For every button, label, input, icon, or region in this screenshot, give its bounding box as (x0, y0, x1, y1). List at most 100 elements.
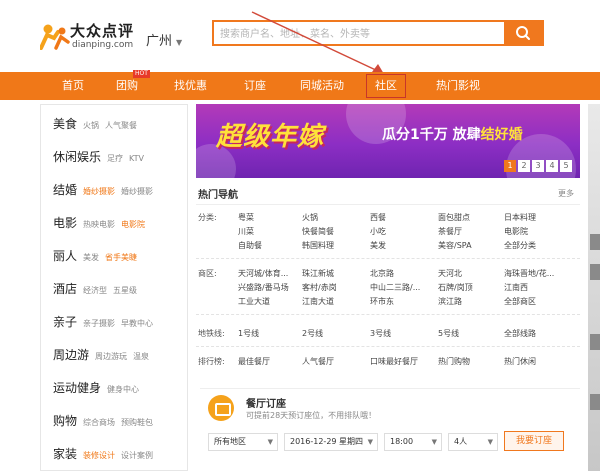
time-select[interactable]: 18:00 ▼ (384, 433, 442, 451)
sidebar-sublink[interactable]: 经济型 (83, 286, 107, 295)
hotnav-link[interactable]: 口味最好餐厅 (370, 356, 418, 367)
hotnav-link[interactable]: 韩国料理 (302, 240, 334, 251)
pager-dot[interactable]: 2 (518, 160, 530, 172)
nav-item-community[interactable]: 社区 (366, 74, 406, 98)
sidebar-sublink[interactable]: 综合商场 (83, 418, 115, 427)
sidebar-sublink[interactable]: 装修设计 (83, 451, 115, 460)
sidebar-sublink[interactable]: 婚纱摄影 (83, 187, 115, 196)
row-label: 分类: (198, 213, 217, 222)
hotnav-link[interactable]: 全部商区 (504, 296, 536, 307)
hotnav-link[interactable]: 茶餐厅 (438, 226, 462, 237)
sidebar-item-leisure[interactable]: 休闲娱乐 足疗 KTV (53, 142, 150, 172)
pager-dot[interactable]: 4 (546, 160, 558, 172)
hotnav-link[interactable]: 北京路 (370, 268, 394, 279)
hotnav-link[interactable]: 日本料理 (504, 212, 536, 223)
hotnav-link[interactable]: 火锅 (302, 212, 318, 223)
sidebar-item-movie[interactable]: 电影 热映电影 电影院 (53, 208, 151, 238)
sidebar-item-family[interactable]: 亲子 亲子摄影 早教中心 (53, 307, 159, 337)
hotnav-link[interactable]: 江南西 (504, 282, 528, 293)
search-input[interactable] (220, 25, 500, 43)
hotnav-link[interactable]: 石牌/岗顶 (438, 282, 473, 293)
hotnav-link[interactable]: 珠江新城 (302, 268, 334, 279)
hotnav-link[interactable]: 中山二三路/... (370, 282, 420, 293)
hotnav-link[interactable]: 人气餐厅 (302, 356, 334, 367)
sidebar-item-beauty[interactable]: 丽人 美发 省手美睫 (53, 241, 143, 271)
hotnav-link[interactable]: 全部分类 (504, 240, 536, 251)
pager-dot[interactable]: 3 (532, 160, 544, 172)
hotnav-link[interactable]: 3号线 (370, 328, 391, 339)
hotnav-link[interactable]: 电影院 (504, 226, 528, 237)
sidebar-item-fitness[interactable]: 运动健身 健身中心 (53, 373, 145, 403)
date-select[interactable]: 2016-12-29 星期四 ▼ (284, 433, 378, 451)
hotnav-link[interactable]: 客村/赤岗 (302, 282, 337, 293)
sidebar-sublink[interactable]: 亲子摄影 (83, 319, 115, 328)
sidebar-item-hotel[interactable]: 酒店 经济型 五星级 (53, 274, 143, 304)
divider (196, 258, 580, 259)
hotnav-link[interactable]: 粤菜 (238, 212, 254, 223)
hotnav-link[interactable]: 美发 (370, 240, 386, 251)
edge-decoration (590, 394, 600, 410)
sidebar-sublink[interactable]: 预购鞋包 (121, 418, 153, 427)
hotnav-link[interactable]: 西餐 (370, 212, 386, 223)
sidebar-sublink[interactable]: 早教中心 (121, 319, 153, 328)
book-button[interactable]: 我要订座 (504, 431, 564, 451)
sidebar-item-shopping[interactable]: 购物 综合商场 预购鞋包 (53, 406, 159, 436)
hotnav-link[interactable]: 川菜 (238, 226, 254, 237)
area-select[interactable]: 所有地区 ▼ (208, 433, 278, 451)
sidebar-sublink[interactable]: 设计案例 (121, 451, 153, 460)
hotnav-link[interactable]: 兴盛路/番马场 (238, 282, 289, 293)
more-link[interactable]: 更多 (558, 188, 574, 199)
sidebar-sublink[interactable]: 电影院 (121, 220, 145, 229)
hotnav-link[interactable]: 天河城/体育... (238, 268, 288, 279)
hotnav-link[interactable]: 2号线 (302, 328, 323, 339)
hotnav-link[interactable]: 自助餐 (238, 240, 262, 251)
nav-item-events[interactable]: 同城活动 (300, 72, 344, 100)
sidebar-sublink[interactable]: 周边游玩 (95, 352, 127, 361)
hotnav-link[interactable]: 海珠晋地/花... (504, 268, 554, 279)
promo-banner[interactable]: 超级年嫁 瓜分1千万 放肆结好婚 12345 (196, 104, 580, 178)
sidebar-sublink[interactable]: 温泉 (133, 352, 149, 361)
pager-dot[interactable]: 1 (504, 160, 516, 172)
pager-dot[interactable]: 5 (560, 160, 572, 172)
hotnav-link[interactable]: 天河北 (438, 268, 462, 279)
sidebar-item-wedding[interactable]: 结婚 婚纱摄影 婚纱摄影 (53, 175, 159, 205)
people-select[interactable]: 4人 ▼ (448, 433, 498, 451)
sidebar-sublink[interactable]: 省手美睫 (105, 253, 137, 262)
logo[interactable]: 大众点评 dianping.com (40, 20, 133, 54)
sidebar-sublink[interactable]: 人气聚餐 (105, 121, 137, 130)
hotnav-link[interactable]: 滨江路 (438, 296, 462, 307)
city-selector[interactable]: 广州 ▼ (146, 30, 182, 49)
hotnav-link[interactable]: 热门休闲 (504, 356, 536, 367)
row-label: 地铁线: (198, 329, 225, 338)
sidebar-sublink[interactable]: 足疗 (107, 154, 123, 163)
sidebar-sublink[interactable]: 五星级 (113, 286, 137, 295)
nav-item-deals[interactable]: 找优惠 (174, 72, 207, 100)
hotnav-link[interactable]: 最佳餐厅 (238, 356, 270, 367)
hotnav-link[interactable]: 美容/SPA (438, 240, 472, 251)
hotnav-link[interactable]: 快餐简餐 (302, 226, 334, 237)
nav-item-home[interactable]: 首页 (62, 72, 84, 100)
sidebar-sublink[interactable]: KTV (129, 154, 144, 163)
hotnav-link[interactable]: 全部线路 (504, 328, 536, 339)
sidebar-item-food[interactable]: 美食 火锅 人气聚餐 (53, 109, 143, 139)
sidebar-item-label: 结婚 (53, 183, 78, 197)
nav-item-movies[interactable]: 热门影视 (436, 72, 480, 100)
calendar-icon (208, 395, 234, 421)
hotnav-link[interactable]: 热门购物 (438, 356, 470, 367)
sidebar-item-trip[interactable]: 周边游 周边游玩 温泉 (53, 340, 155, 370)
sidebar-sublink[interactable]: 热映电影 (83, 220, 115, 229)
hotnav-link[interactable]: 江南大道 (302, 296, 334, 307)
hotnav-link[interactable]: 工业大道 (238, 296, 270, 307)
sidebar-sublink[interactable]: 健身中心 (107, 385, 139, 394)
nav-item-reservation[interactable]: 订座 (244, 72, 266, 100)
hotnav-link[interactable]: 1号线 (238, 328, 259, 339)
sidebar-item-home-decor[interactable]: 家装 装修设计 设计案例 (53, 439, 159, 469)
hotnav-link[interactable]: 环市东 (370, 296, 394, 307)
sidebar-sublink[interactable]: 火锅 (83, 121, 99, 130)
hotnav-link[interactable]: 小吃 (370, 226, 386, 237)
sidebar-sublink[interactable]: 美发 (83, 253, 99, 262)
hotnav-link[interactable]: 面包甜点 (438, 212, 470, 223)
sidebar-sublink[interactable]: 婚纱摄影 (121, 187, 153, 196)
search-button[interactable] (504, 22, 542, 44)
hotnav-link[interactable]: 5号线 (438, 328, 459, 339)
